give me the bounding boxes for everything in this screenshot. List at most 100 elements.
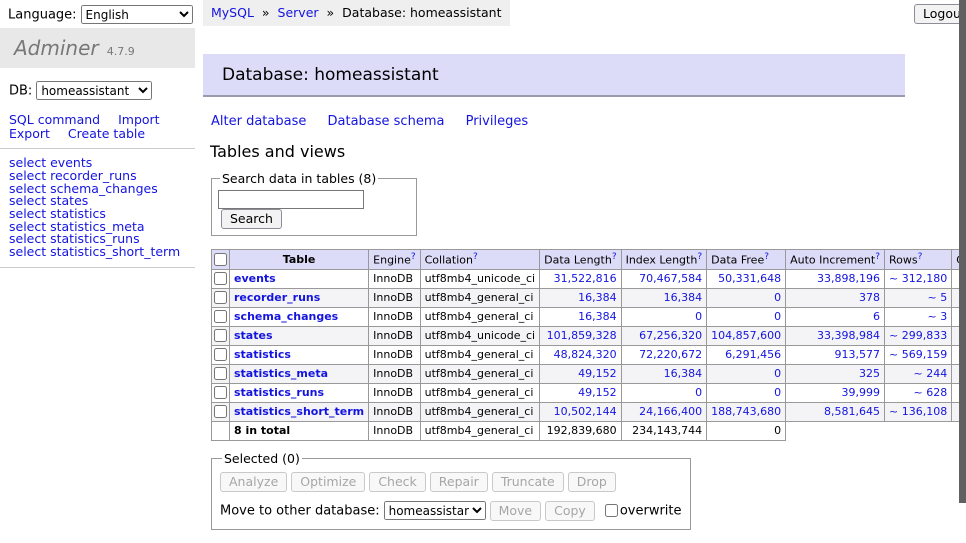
help-link[interactable]: ? <box>764 252 769 262</box>
copy-button[interactable]: Copy <box>545 501 595 521</box>
column-header-data-length: Data Length? <box>540 250 621 270</box>
help-link[interactable]: ? <box>411 252 416 262</box>
data-free-cell: 0 <box>707 383 786 402</box>
row-checkbox[interactable] <box>214 291 227 304</box>
table-name-link[interactable]: recorder_runs <box>234 291 320 304</box>
optimize-button[interactable]: Optimize <box>291 472 365 492</box>
tables-body: eventsInnoDButf8mb4_unicode_ci31,522,816… <box>212 269 966 440</box>
engine-cell: InnoDB <box>369 269 420 288</box>
column-header-label: Auto Increment <box>790 254 875 267</box>
help-link[interactable]: ? <box>697 252 702 262</box>
sidebar-link-create-table[interactable]: Create table <box>68 126 145 141</box>
move-to-db-label: Move to other database: <box>220 503 380 518</box>
collation-cell: utf8mb4_unicode_ci <box>420 269 539 288</box>
check-button[interactable]: Check <box>369 472 425 492</box>
column-header-label: Engine <box>373 254 411 267</box>
breadcrumb-link-mysql[interactable]: MySQL <box>211 5 254 20</box>
data-length-cell: 101,859,328 <box>540 326 621 345</box>
db-select[interactable]: homeassistant <box>36 81 152 100</box>
breadcrumb: MySQL » Server » Database: homeassistant <box>203 0 510 26</box>
database-schema-link[interactable]: Database schema <box>328 114 445 129</box>
row-checkbox[interactable] <box>214 348 227 361</box>
sidebar-link-export[interactable]: Export <box>9 126 50 141</box>
drop-button[interactable]: Drop <box>568 472 616 492</box>
data-free-cell: 0 <box>707 307 786 326</box>
help-link[interactable]: ? <box>918 252 923 262</box>
repair-button[interactable]: Repair <box>430 472 488 492</box>
row-checkbox[interactable] <box>214 329 227 342</box>
row-checkbox[interactable] <box>214 272 227 285</box>
search-button[interactable]: Search <box>221 209 282 229</box>
column-header-label: Collation <box>425 254 473 267</box>
table-name-link[interactable]: states <box>234 329 273 342</box>
table-name-link[interactable]: statistics_short_term <box>234 405 364 418</box>
main-content: MySQL » Server » Database: homeassistant… <box>203 0 905 543</box>
auto-increment-cell: 325 <box>786 364 885 383</box>
move-db-select[interactable]: homeassistant <box>384 501 486 520</box>
help-link[interactable]: ? <box>875 252 880 262</box>
table-name-link[interactable]: statistics_meta <box>234 367 328 380</box>
row-check-cell <box>212 383 230 402</box>
table-name-link[interactable]: schema_changes <box>234 310 338 323</box>
table-name-cell: statistics_runs <box>230 383 369 402</box>
data-length-cell: 10,502,144 <box>540 402 621 421</box>
index-length-cell: 0 <box>621 383 707 402</box>
move-button[interactable]: Move <box>490 501 542 521</box>
sidebar-link-import[interactable]: Import <box>118 112 160 127</box>
column-header-label: Index Length <box>626 254 698 267</box>
tables-header-row: TableEngine?Collation?Data Length?Index … <box>212 250 966 270</box>
privileges-link[interactable]: Privileges <box>466 114 529 129</box>
engine-cell: InnoDB <box>369 288 420 307</box>
table-name-link[interactable]: statistics <box>234 348 291 361</box>
row-checkbox[interactable] <box>214 405 227 418</box>
data-length-cell: 16,384 <box>540 307 621 326</box>
collation-cell: utf8mb4_general_ci <box>420 345 539 364</box>
sidebar-link-sql-command[interactable]: SQL command <box>9 112 100 127</box>
column-header-engine: Engine? <box>369 250 420 270</box>
sidebar-actions: SQL command Import Export Create table <box>9 113 195 140</box>
row-check-cell <box>212 402 230 421</box>
table-row: statisticsInnoDButf8mb4_general_ci48,824… <box>212 345 966 364</box>
table-name-cell: schema_changes <box>230 307 369 326</box>
rows-cell: ~ 628 <box>885 383 952 402</box>
collation-cell: utf8mb4_unicode_ci <box>420 326 539 345</box>
column-header-rows: Rows? <box>885 250 952 270</box>
total-engine-cell: InnoDB <box>369 421 420 440</box>
help-link[interactable]: ? <box>473 252 478 262</box>
search-input[interactable] <box>218 190 364 209</box>
app-title: Adminer 4.7.9 <box>0 28 195 68</box>
total-label-cell: 8 in total <box>230 421 369 440</box>
scrollbar-thumb[interactable] <box>959 0 966 503</box>
column-header-collation: Collation? <box>420 250 539 270</box>
help-link[interactable]: ? <box>612 252 617 262</box>
selected-fieldset: Selected (0) AnalyzeOptimizeCheckRepairT… <box>211 451 691 530</box>
analyze-button[interactable]: Analyze <box>220 472 287 492</box>
table-name-link[interactable]: statistics_runs <box>234 386 324 399</box>
breadcrumb-link-server[interactable]: Server <box>278 5 319 20</box>
data-length-cell: 16,384 <box>540 288 621 307</box>
row-checkbox[interactable] <box>214 310 227 323</box>
select-all-checkbox[interactable] <box>214 253 227 266</box>
truncate-button[interactable]: Truncate <box>492 472 564 492</box>
row-checkbox[interactable] <box>214 367 227 380</box>
alter-database-link[interactable]: Alter database <box>211 114 306 129</box>
sidebar-item-select-statistics-short-term[interactable]: select statistics_short_term <box>9 246 195 259</box>
row-check-cell <box>212 307 230 326</box>
row-check-cell <box>212 288 230 307</box>
auto-increment-cell: 378 <box>786 288 885 307</box>
rows-cell: ~ 244 <box>885 364 952 383</box>
table-row: schema_changesInnoDButf8mb4_general_ci16… <box>212 307 966 326</box>
table-name-link[interactable]: events <box>234 272 276 285</box>
breadcrumb-separator: » <box>327 5 335 20</box>
data-free-cell: 50,331,648 <box>707 269 786 288</box>
overwrite-checkbox[interactable] <box>605 504 618 517</box>
search-fieldset: Search data in tables (8) Search <box>211 171 417 236</box>
row-checkbox[interactable] <box>214 386 227 399</box>
table-row: statistics_runsInnoDButf8mb4_general_ci4… <box>212 383 966 402</box>
breadcrumb-current: Database: homeassistant <box>342 5 501 20</box>
column-header-label: Data Length <box>544 254 612 267</box>
rows-cell: ~ 312,180 <box>885 269 952 288</box>
row-check-cell <box>212 326 230 345</box>
sidebar-divider <box>0 148 195 149</box>
total-check-cell <box>212 421 230 440</box>
